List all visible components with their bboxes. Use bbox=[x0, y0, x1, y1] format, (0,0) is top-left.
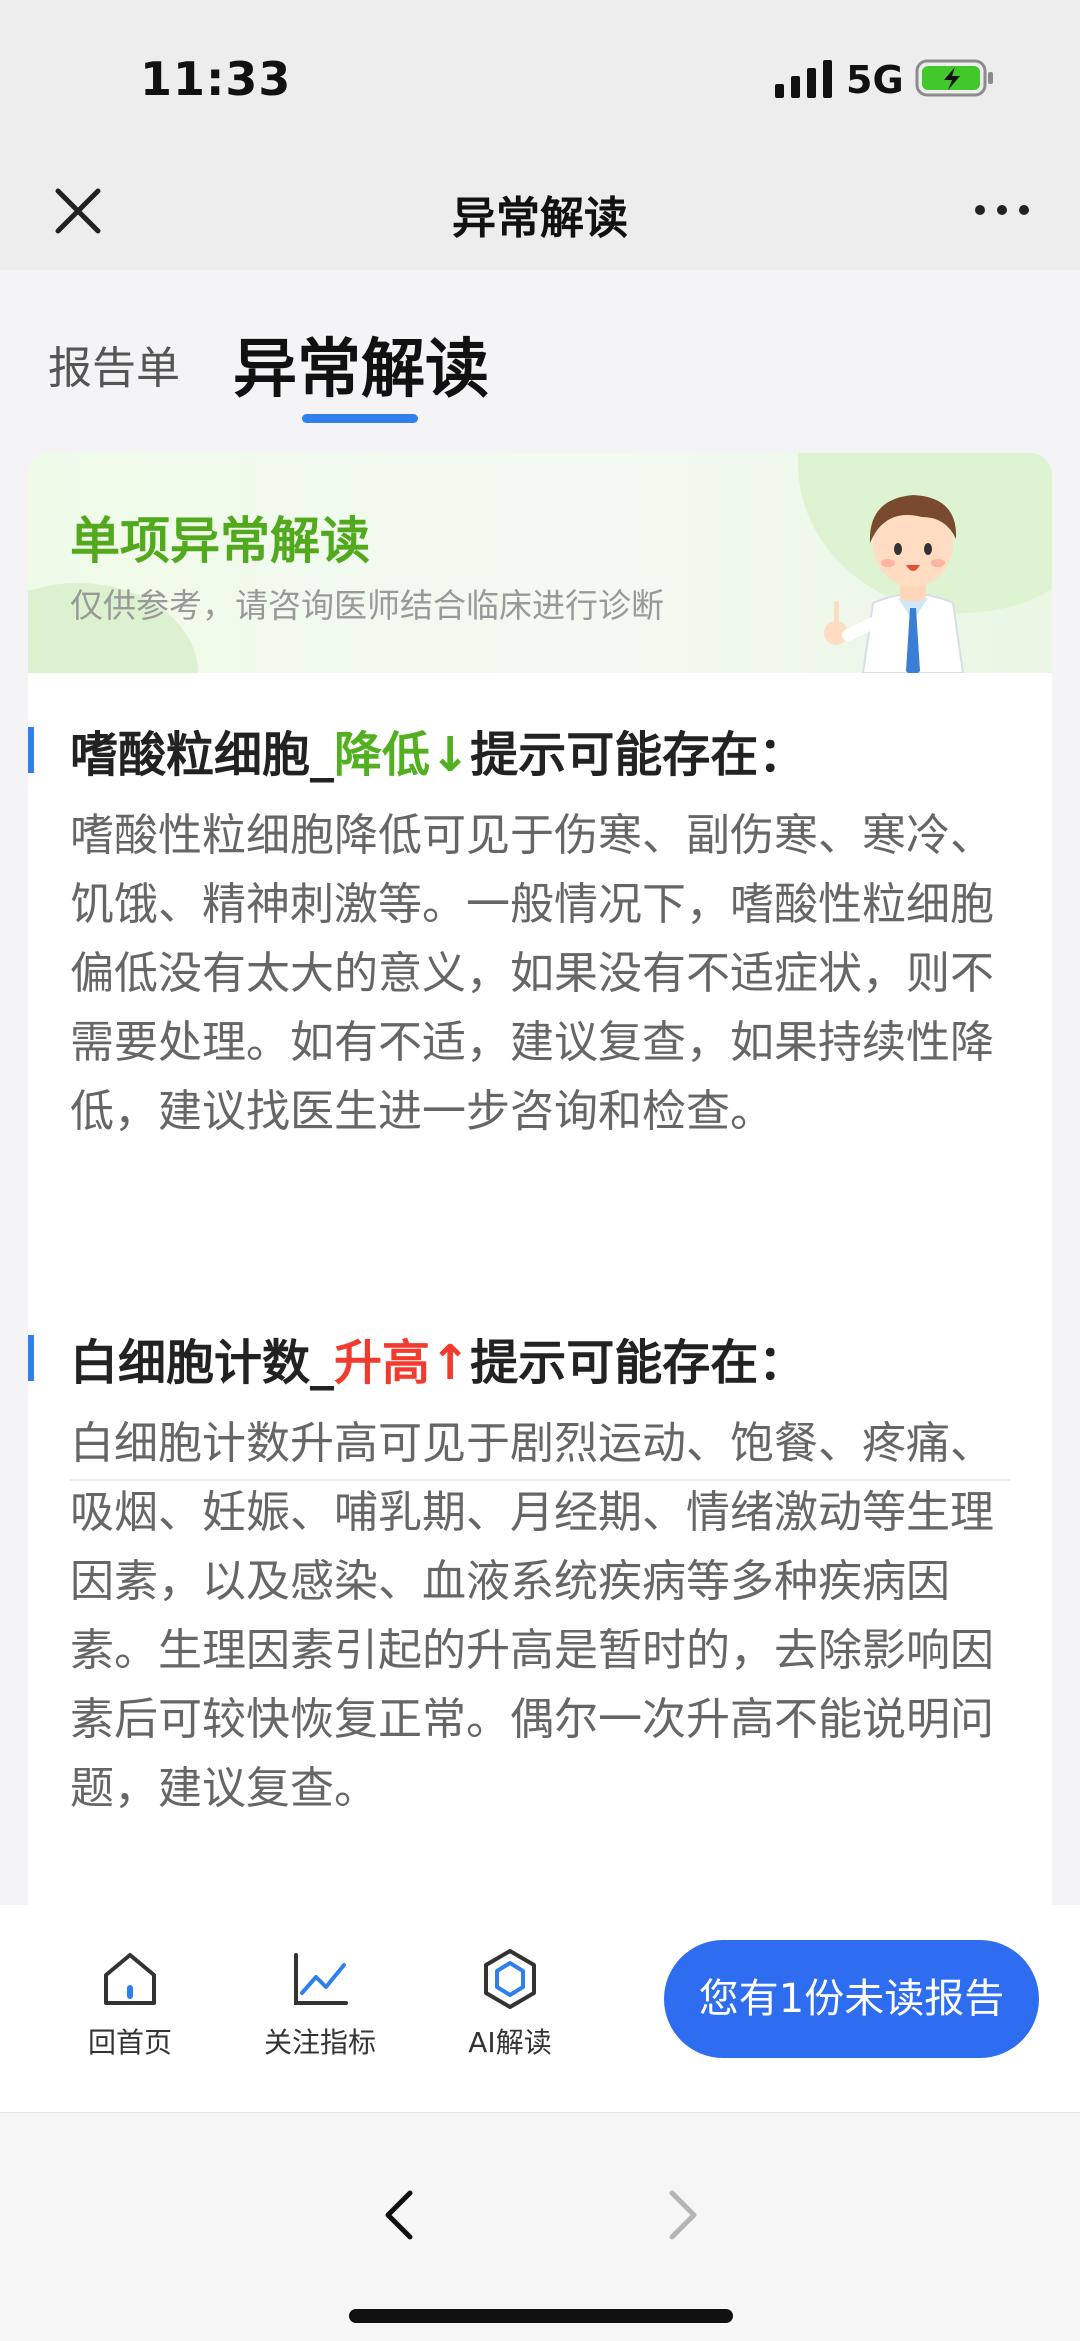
section-heading: 嗜酸粒细胞_降低↓提示可能存在： bbox=[70, 715, 806, 785]
ai-interpret-label: AI解读 bbox=[468, 2026, 552, 2059]
browser-toolbar bbox=[0, 2112, 1080, 2341]
doctor-illustration-icon bbox=[824, 495, 965, 673]
active-tab-indicator bbox=[302, 414, 418, 423]
home-icon bbox=[104, 1953, 156, 2005]
tab-report[interactable]: 报告单 bbox=[48, 332, 180, 396]
heading-suffix: 提示可能存在： bbox=[470, 727, 807, 783]
bottom-action-bar: 回首页 关注指标 AI解读 您有1份未读报告 bbox=[0, 1905, 1080, 2112]
unread-report-button[interactable]: 您有1份未读报告 bbox=[664, 1940, 1039, 2058]
page-title: 异常解读 bbox=[452, 193, 628, 244]
cellular-signal-icon bbox=[775, 60, 832, 98]
section-body: 嗜酸性粒细胞降低可见于伤寒、副伤寒、寒冷、饥饿、精神刺激等。一般情况下，嗜酸性粒… bbox=[70, 810, 994, 1137]
item-name: 白细胞计数_ bbox=[70, 1335, 335, 1391]
banner-subtitle: 仅供参考，请咨询医师结合临床进行诊断 bbox=[70, 586, 664, 625]
home-indicator[interactable] bbox=[349, 2309, 733, 2323]
section-body: 白细胞计数升高可见于剧烈运动、饱餐、疼痛、吸烟、妊娠、哺乳期、月经期、情绪激动等… bbox=[70, 1418, 994, 1814]
more-icon[interactable] bbox=[972, 200, 1032, 220]
trend-label-high: 升高 bbox=[334, 1335, 431, 1391]
nav-bar: 异常解读 bbox=[0, 150, 1080, 270]
arrow-up-icon: ↑ bbox=[430, 1335, 471, 1391]
tab-abnormal-interpretation[interactable]: 异常解读 bbox=[233, 318, 489, 410]
heading-suffix: 提示可能存在： bbox=[470, 1335, 807, 1391]
interpretation-card: 单项异常解读 仅供参考，请咨询医师结合临床进行诊断 嗜酸粒细胞_降低↓提示可能存… bbox=[28, 453, 1052, 1905]
tab-bar: 报告单 异常解读 bbox=[0, 270, 1080, 430]
home-button[interactable]: 回首页 bbox=[60, 1947, 200, 2067]
trend-label-low: 降低 bbox=[334, 727, 431, 783]
section-marker bbox=[28, 1335, 34, 1381]
arrow-down-icon: ↓ bbox=[430, 727, 471, 783]
item-name: 嗜酸粒细胞_ bbox=[70, 727, 335, 783]
section-heading: 白细胞计数_升高↑提示可能存在： bbox=[70, 1323, 806, 1393]
section-marker bbox=[28, 727, 34, 773]
home-label: 回首页 bbox=[87, 2026, 172, 2059]
status-time: 11:33 bbox=[140, 52, 292, 106]
follow-metrics-label: 关注指标 bbox=[263, 2026, 376, 2059]
hexagon-ai-icon bbox=[484, 1949, 536, 2009]
follow-metrics-button[interactable]: 关注指标 bbox=[250, 1947, 390, 2067]
ai-interpret-button[interactable]: AI解读 bbox=[440, 1947, 580, 2067]
app-page: 11:33 5G 异常解读 报告单 异常解读 单项异常解读 仅供参考，请咨询医师… bbox=[0, 0, 1080, 2341]
battery-charging-icon bbox=[915, 59, 993, 97]
network-type: 5G bbox=[846, 58, 904, 102]
forward-arrow-icon[interactable] bbox=[650, 2185, 710, 2245]
status-bar: 11:33 5G bbox=[0, 0, 1080, 150]
back-arrow-icon[interactable] bbox=[372, 2185, 432, 2245]
banner-title: 单项异常解读 bbox=[70, 512, 370, 570]
line-chart-icon bbox=[294, 1953, 348, 2005]
banner: 单项异常解读 仅供参考，请咨询医师结合临床进行诊断 bbox=[28, 453, 1052, 673]
content-area[interactable]: 报告单 异常解读 单项异常解读 仅供参考，请咨询医师结合临床进行诊断 嗜酸粒细胞… bbox=[0, 270, 1080, 1905]
